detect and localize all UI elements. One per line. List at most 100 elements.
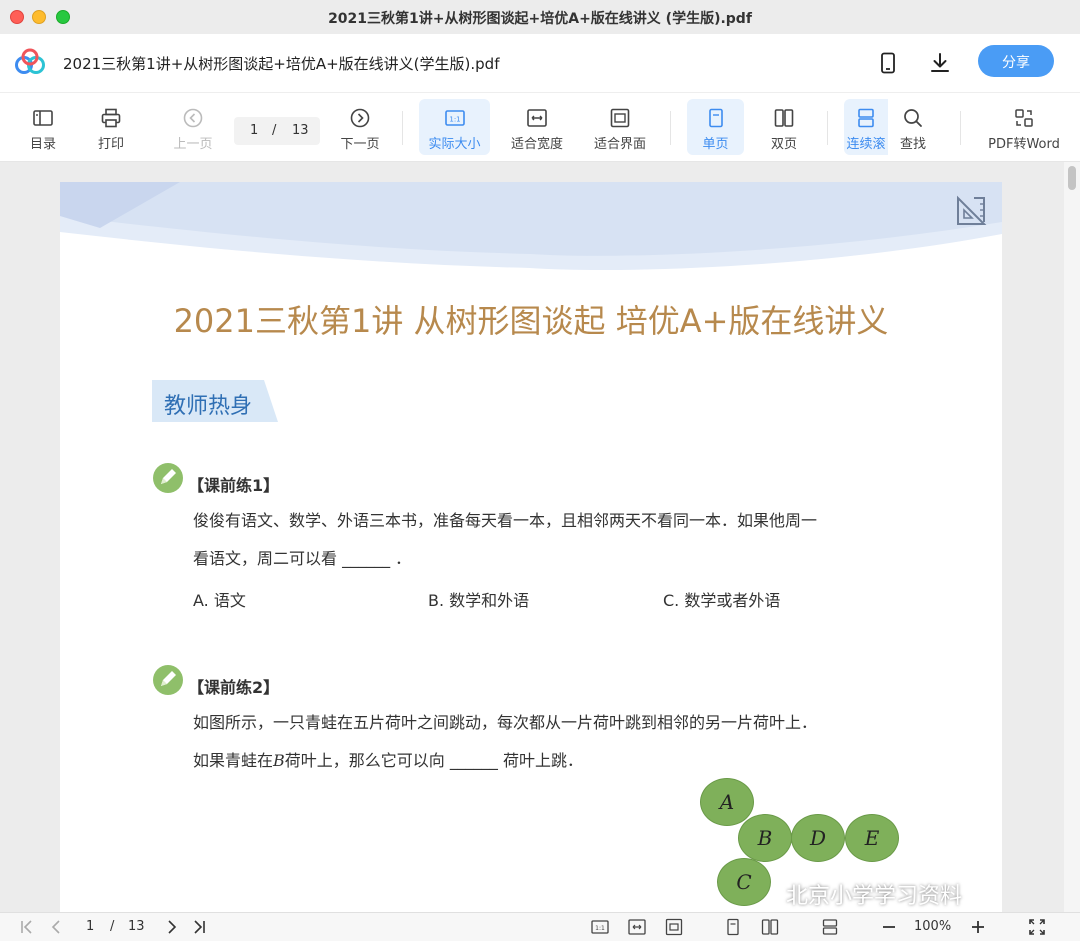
actual-size-button[interactable]: 1:1 实际大小 — [419, 99, 490, 155]
exercise-1-line-2: 看语文，周二可以看 ______ ． — [193, 549, 412, 568]
exercise-2-line-1: 如图所示，一只青蛙在五片荷叶之间跳动，每次都从一片荷叶跳到相邻的另一片荷叶上． — [193, 713, 818, 732]
current-page: 1 — [250, 123, 259, 138]
printer-icon — [101, 108, 121, 128]
next-page-button[interactable]: 下一页 — [334, 99, 386, 155]
print-button[interactable]: 打印 — [86, 99, 136, 155]
pencil-badge-icon — [153, 463, 183, 493]
fit-width-button[interactable]: 适合宽度 — [504, 99, 570, 155]
toc-button[interactable]: 目录 — [18, 99, 68, 155]
header-band-decoration — [60, 182, 1002, 271]
pencil-badge-icon — [153, 665, 183, 695]
lily-pad-b: B — [738, 814, 792, 862]
next-page-label: 下一页 — [340, 137, 380, 152]
last-page-icon — [194, 920, 205, 934]
pdf-to-word-label: PDF转Word — [988, 137, 1060, 152]
search-button[interactable]: 查找 — [890, 99, 936, 155]
continuous-scroll-icon — [858, 108, 874, 128]
section-title: 教师热身 — [164, 394, 253, 419]
chevron-left-icon — [51, 920, 60, 934]
actual-size-icon: 1:1 — [444, 110, 465, 126]
single-page-button[interactable]: 单页 — [687, 99, 744, 155]
prev-page-button[interactable]: 上一页 — [166, 99, 220, 155]
actual-size-label: 实际大小 — [428, 137, 481, 152]
status-actual-size-button[interactable]: 1:1 — [591, 918, 609, 936]
status-single-page-button[interactable] — [724, 918, 742, 936]
status-separator: / — [110, 919, 115, 934]
status-fit-width-button[interactable] — [628, 918, 646, 936]
toc-label: 目录 — [29, 137, 56, 152]
exercise-1-title: 【课前练1】 — [188, 476, 280, 495]
share-button[interactable]: 分享 — [978, 45, 1054, 77]
single-page-icon — [708, 108, 723, 128]
lily-pad-a: A — [700, 778, 754, 826]
fit-screen-label: 适合界面 — [593, 137, 646, 152]
mobile-phone-icon[interactable] — [876, 51, 900, 75]
exercise-2-variable-b: B — [273, 751, 285, 770]
status-current-page[interactable]: 1 — [86, 919, 94, 934]
svg-text:1:1: 1:1 — [449, 116, 460, 124]
double-page-button[interactable]: 双页 — [757, 99, 811, 155]
lily-pad-d: D — [791, 814, 845, 862]
svg-text:1:1: 1:1 — [595, 925, 605, 932]
window-title: 2021三秋第1讲+从树形图谈起+培优A+版在线讲义 (学生版).pdf — [328, 11, 752, 27]
exercise-1-line-1: 俊俊有语文、数学、外语三本书，准备每天看一本，且相邻两天不看同一本．如果他周一 — [193, 511, 818, 530]
toolbar-divider — [402, 111, 403, 145]
app-logo-icon — [15, 48, 45, 74]
document-viewer[interactable]: 2021三秋第1讲 从树形图谈起 培优A+版在线讲义 教师热身 【课前练1】 俊… — [0, 162, 1064, 912]
last-page-button[interactable] — [190, 918, 208, 936]
zoom-level[interactable]: 100% — [914, 919, 951, 934]
next-page-status-button[interactable] — [162, 918, 180, 936]
fit-screen-icon — [610, 108, 630, 128]
continuous-scroll-label: 连续滚 — [846, 137, 886, 152]
fit-width-icon — [628, 919, 646, 935]
double-page-icon — [761, 919, 779, 935]
fit-screen-icon — [665, 918, 683, 936]
exercise-1-option-a: A. 语文 — [193, 591, 246, 610]
app-header: 2021三秋第1讲+从树形图谈起+培优A+版在线讲义(学生版).pdf 分享 — [0, 34, 1080, 93]
zoom-out-button[interactable] — [880, 918, 898, 936]
continuous-scroll-button[interactable]: 连续滚 — [844, 99, 888, 155]
status-double-page-button[interactable] — [761, 918, 779, 936]
vertical-scrollbar[interactable] — [1064, 162, 1080, 912]
double-page-label: 双页 — [770, 137, 797, 152]
fit-width-icon — [527, 109, 547, 127]
fullscreen-icon — [1029, 919, 1045, 935]
exercise-1-option-b: B. 数学和外语 — [428, 591, 530, 610]
pdf-to-word-button[interactable]: PDF转Word — [982, 99, 1066, 155]
fit-screen-button[interactable]: 适合界面 — [587, 99, 653, 155]
lecture-title: 2021三秋第1讲 从树形图谈起 培优A+版在线讲义 — [173, 302, 889, 340]
zoom-in-button[interactable] — [969, 918, 987, 936]
convert-icon — [1015, 109, 1033, 127]
status-total-pages: 13 — [128, 919, 145, 934]
single-page-icon — [727, 918, 739, 936]
toolbar-divider — [960, 111, 961, 145]
chevron-left-circle-icon — [183, 108, 203, 128]
search-label: 查找 — [899, 137, 926, 152]
scrollbar-thumb[interactable] — [1068, 166, 1076, 190]
status-fit-screen-button[interactable] — [665, 918, 683, 936]
window-titlebar: 2021三秋第1讲+从树形图谈起+培优A+版在线讲义 (学生版).pdf — [0, 0, 1080, 35]
download-icon[interactable] — [928, 51, 952, 75]
plus-icon — [972, 921, 984, 933]
fit-width-label: 适合宽度 — [510, 137, 563, 152]
status-bar: 1 / 13 1:1 100% — [0, 912, 1080, 941]
print-label: 打印 — [97, 137, 124, 152]
chevron-right-icon — [168, 920, 177, 934]
first-page-button[interactable] — [18, 918, 36, 936]
page-number-input[interactable]: 1 / 13 — [234, 117, 320, 145]
wechat-watermark: 北京小学学习资料 — [786, 884, 963, 909]
prev-page-label: 上一页 — [173, 137, 213, 152]
toc-icon — [33, 110, 53, 126]
section-tag: 教师热身 — [152, 380, 278, 422]
status-continuous-button[interactable] — [821, 918, 839, 936]
toolbar-divider — [827, 111, 828, 145]
fullscreen-button[interactable] — [1028, 918, 1046, 936]
lily-pad-e: E — [845, 814, 899, 862]
page-separator: / — [272, 123, 277, 138]
exercise-2-line-2-part-c: 荷叶上，那么它可以向 ______ 荷叶上跳． — [284, 751, 583, 770]
exercise-2-title: 【课前练2】 — [188, 678, 280, 697]
exercise-2-line-2-part-a: 如果青蛙在 — [193, 751, 274, 770]
prev-page-status-button[interactable] — [48, 918, 66, 936]
double-page-icon — [774, 109, 794, 127]
actual-size-icon: 1:1 — [591, 920, 609, 934]
